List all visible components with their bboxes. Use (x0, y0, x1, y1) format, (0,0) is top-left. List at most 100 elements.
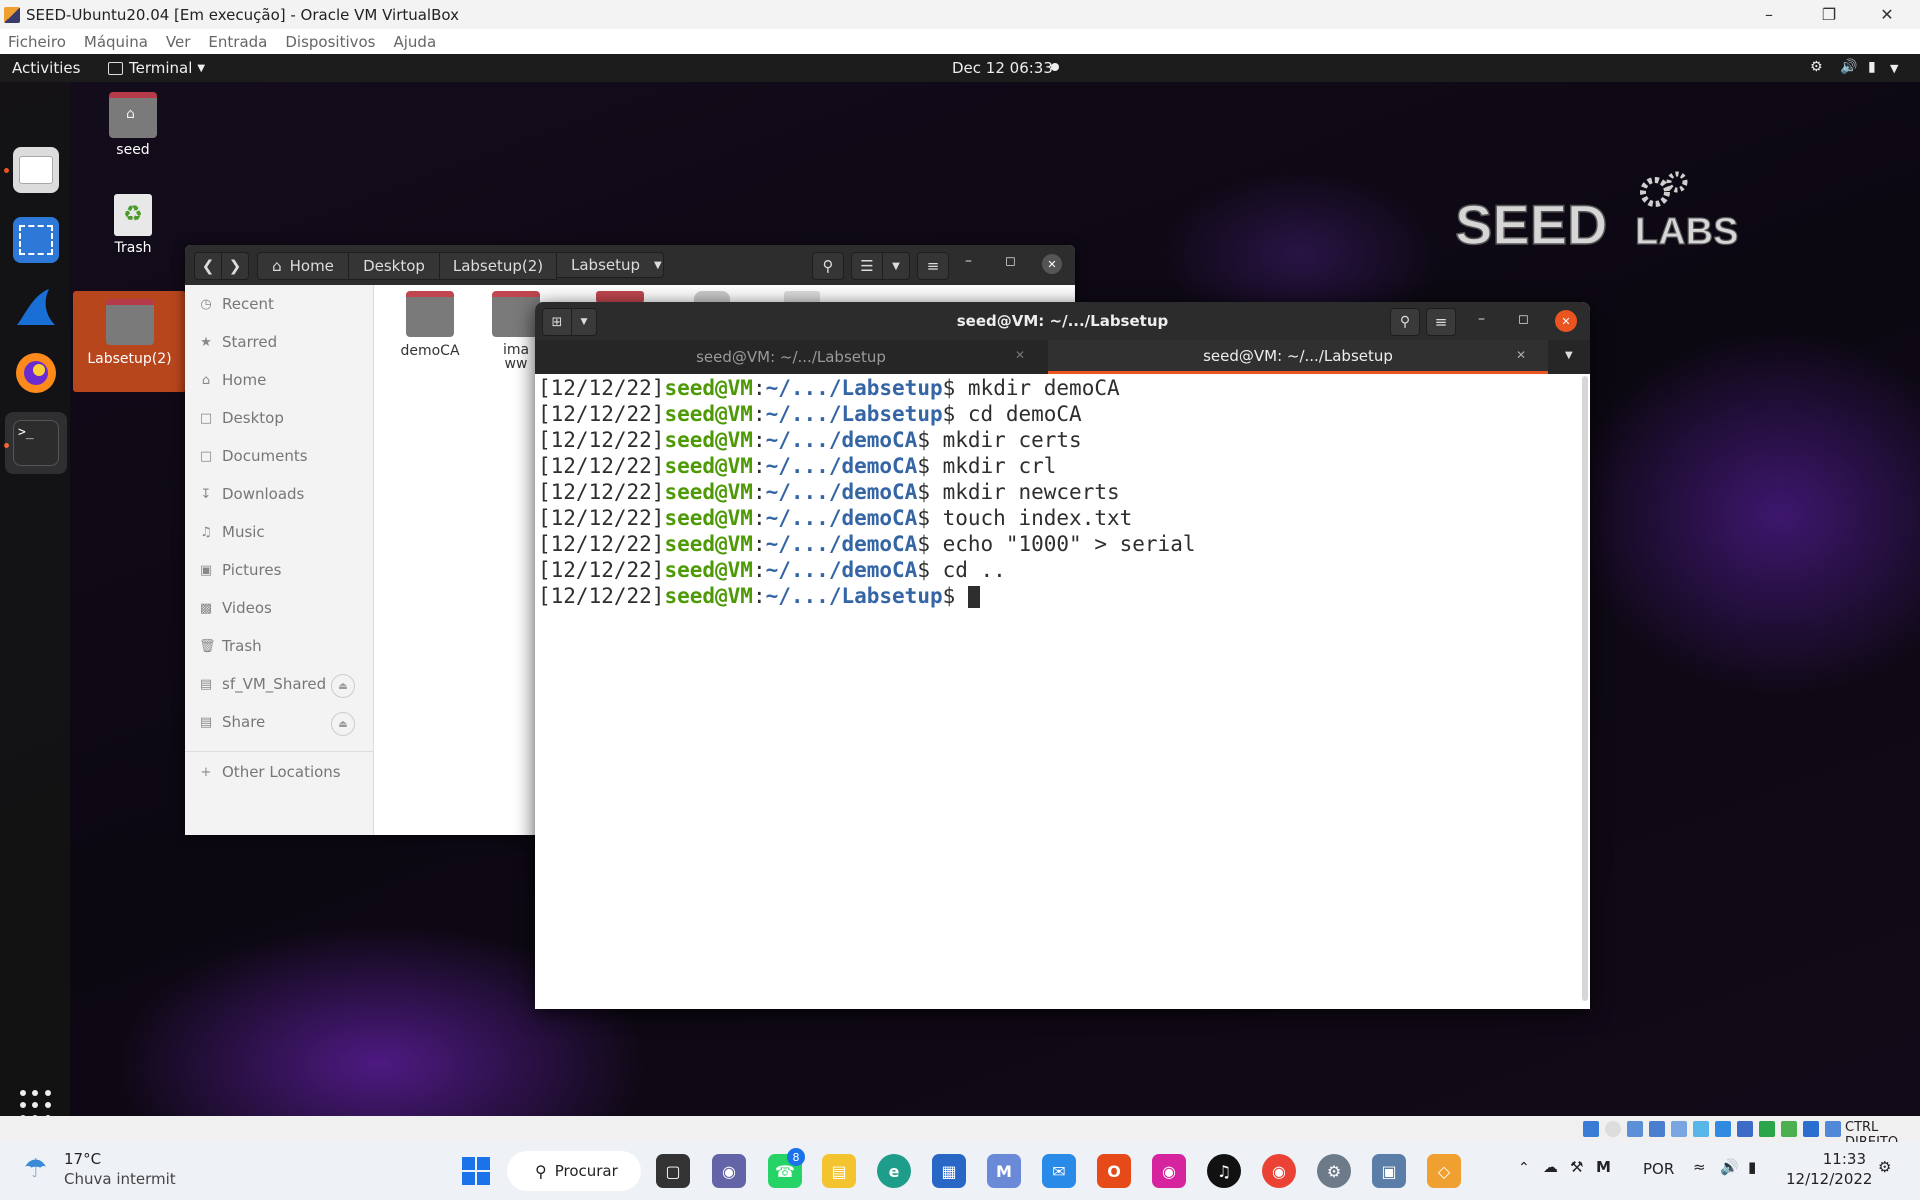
weather-temperature[interactable]: 17°C (64, 1150, 101, 1168)
back-button[interactable]: ❮ (194, 252, 222, 280)
hard-disk-icon[interactable] (1583, 1121, 1599, 1137)
display-icon[interactable] (1715, 1121, 1731, 1137)
path-home-button[interactable]: ⌂ Home (257, 252, 349, 280)
video-capture-icon[interactable] (1737, 1121, 1753, 1137)
terminal-output[interactable]: [12/12/22]seed@VM:~/.../Labsetup$ mkdir … (535, 374, 1590, 1009)
path-desktop-button[interactable]: Desktop (348, 252, 440, 280)
terminal-scrollbar[interactable] (1582, 376, 1588, 1001)
chrome-icon[interactable]: ◉ (1262, 1154, 1296, 1188)
keyboard-icon[interactable] (1825, 1121, 1841, 1137)
view-options-chevron-icon[interactable]: ▼ (882, 252, 910, 280)
volume-icon[interactable]: 🔊 (1840, 59, 1857, 75)
show-applications-icon[interactable] (20, 1090, 52, 1116)
tabs-menu-chevron-icon[interactable]: ▼ (1565, 350, 1573, 361)
cpu-icon[interactable] (1759, 1121, 1775, 1137)
folder-item-democa[interactable]: demoCA (396, 291, 464, 359)
search-icon[interactable]: ⚲ (812, 252, 844, 280)
sidebar-item-share[interactable]: ▤ Share (199, 713, 265, 731)
menu-ficheiro[interactable]: Ficheiro (8, 33, 66, 51)
activities-button[interactable]: Activities (12, 59, 80, 77)
taskbar-time[interactable]: 11:33 (1806, 1150, 1866, 1168)
chevron-up-icon[interactable]: ⌃ (1518, 1160, 1530, 1176)
sidebar-item-desktop[interactable]: □ Desktop (199, 409, 284, 427)
usb-icon[interactable] (1671, 1121, 1687, 1137)
folder-item-image[interactable]: ima ww (492, 291, 540, 371)
sidebar-item-pictures[interactable]: ▣ Pictures (199, 561, 282, 579)
instagram-icon[interactable]: ◉ (1152, 1154, 1186, 1188)
audio-icon[interactable] (1627, 1121, 1643, 1137)
wireshark-dock-icon[interactable] (13, 285, 59, 331)
edge-icon[interactable]: e (877, 1154, 911, 1188)
sidebar-item-starred[interactable]: ★ Starred (199, 333, 277, 351)
sidebar-item-downloads[interactable]: ↧ Downloads (199, 485, 305, 503)
taskbar-search[interactable]: ⚲ Procurar (507, 1151, 641, 1191)
files-dock-icon[interactable] (13, 147, 59, 193)
minimize-icon[interactable]: – (965, 253, 972, 269)
close-tab-icon[interactable]: ✕ (1516, 348, 1526, 362)
office-icon[interactable]: O (1097, 1154, 1131, 1188)
weather-rain-icon[interactable]: ☂ (24, 1154, 47, 1184)
microsoft-store-icon[interactable]: ▦ (932, 1154, 966, 1188)
battery-icon[interactable]: ▮ (1748, 1158, 1756, 1176)
menu-dispositivos[interactable]: Dispositivos (285, 33, 375, 51)
maximize-icon[interactable]: ◻ (1005, 254, 1016, 269)
gmail-icon[interactable]: M (987, 1154, 1021, 1188)
menu-maquina[interactable]: Máquina (84, 33, 148, 51)
sidebar-item-recent[interactable]: ◷ Recent (199, 295, 274, 313)
sidebar-item-videos[interactable]: ▩ Videos (199, 599, 272, 617)
menu-ver[interactable]: Ver (166, 33, 191, 51)
tab-1[interactable]: seed@VM: ~/.../Labsetup ✕ (535, 340, 1047, 374)
hamburger-menu-icon[interactable]: ≡ (917, 252, 949, 280)
minimize-icon[interactable]: – (1478, 311, 1485, 327)
file-explorer-icon[interactable]: ▤ (822, 1154, 856, 1188)
path-labsetup2-button[interactable]: Labsetup(2) (439, 252, 557, 280)
minimize-icon[interactable]: – (1740, 0, 1798, 29)
restore-icon[interactable]: ❐ (1800, 0, 1858, 29)
desktop-icon-labsetup2[interactable]: Labsetup(2) (73, 291, 186, 392)
cloud-offline-icon[interactable]: ☁ (1543, 1158, 1558, 1176)
sidebar-item-trash[interactable]: 🗑 Trash (199, 637, 262, 655)
sidebar-item-documents[interactable]: □ Documents (199, 447, 308, 465)
screenshot-dock-icon[interactable] (13, 217, 59, 263)
input-language[interactable]: POR (1643, 1160, 1674, 1178)
list-view-icon[interactable]: ☰ (851, 252, 883, 280)
tab-2[interactable]: seed@VM: ~/.../Labsetup ✕ (1048, 340, 1548, 374)
guest-additions-icon[interactable] (1781, 1121, 1797, 1137)
menu-ajuda[interactable]: Ajuda (394, 33, 437, 51)
volume-icon[interactable]: 🔊 (1720, 1158, 1739, 1176)
tiktok-icon[interactable]: ♫ (1207, 1154, 1241, 1188)
tools-icon[interactable]: ⚒ (1570, 1158, 1583, 1176)
system-menu-chevron-icon[interactable]: ▼ (1890, 62, 1898, 75)
sidebar-item-sf-vm-shared[interactable]: ▤ sf_VM_Shared (199, 675, 326, 693)
desktop-icon-trash[interactable]: ♻ Trash (83, 194, 183, 256)
eject-icon[interactable]: ⏏ (331, 674, 355, 698)
terminal-app-menu[interactable]: Terminal ▼ (108, 59, 205, 77)
notifications-icon[interactable]: ⚙ (1878, 1158, 1891, 1176)
eject-icon[interactable]: ⏏ (331, 712, 355, 736)
maximize-icon[interactable]: ◻ (1518, 312, 1529, 327)
hamburger-menu-icon[interactable]: ≡ (1426, 308, 1456, 336)
mouse-integration-icon[interactable] (1803, 1121, 1819, 1137)
settings-gear-icon[interactable]: ⚙ (1317, 1154, 1351, 1188)
virtualbox-icon[interactable]: ▣ (1372, 1154, 1406, 1188)
weather-description[interactable]: Chuva intermit (64, 1170, 176, 1188)
vm-session-icon[interactable]: ◇ (1427, 1154, 1461, 1188)
firefox-dock-icon[interactable] (13, 350, 59, 396)
windows-start-icon[interactable] (462, 1157, 490, 1185)
close-icon[interactable]: ✕ (1858, 0, 1916, 29)
network-adapter-icon[interactable] (1649, 1121, 1665, 1137)
desktop-icon-seed[interactable]: ⌂ seed (83, 92, 183, 158)
search-icon[interactable]: ⚲ (1390, 308, 1420, 336)
menu-entrada[interactable]: Entrada (208, 33, 267, 51)
network-icon[interactable]: ⚙ (1810, 59, 1823, 75)
path-labsetup-button[interactable]: Labsetup ▼ (556, 252, 664, 278)
shared-folders-icon[interactable] (1693, 1121, 1709, 1137)
clock[interactable]: Dec 12 06:33 (952, 59, 1053, 77)
taskbar-date[interactable]: 12/12/2022 (1786, 1170, 1872, 1188)
close-icon[interactable]: ✕ (1555, 310, 1577, 332)
sidebar-item-other-locations[interactable]: + Other Locations (199, 763, 341, 781)
sidebar-item-music[interactable]: ♫ Music (199, 523, 265, 541)
teams-icon[interactable]: ◉ (712, 1154, 746, 1188)
forward-button[interactable]: ❯ (221, 252, 249, 280)
optical-drive-icon[interactable] (1605, 1121, 1621, 1137)
